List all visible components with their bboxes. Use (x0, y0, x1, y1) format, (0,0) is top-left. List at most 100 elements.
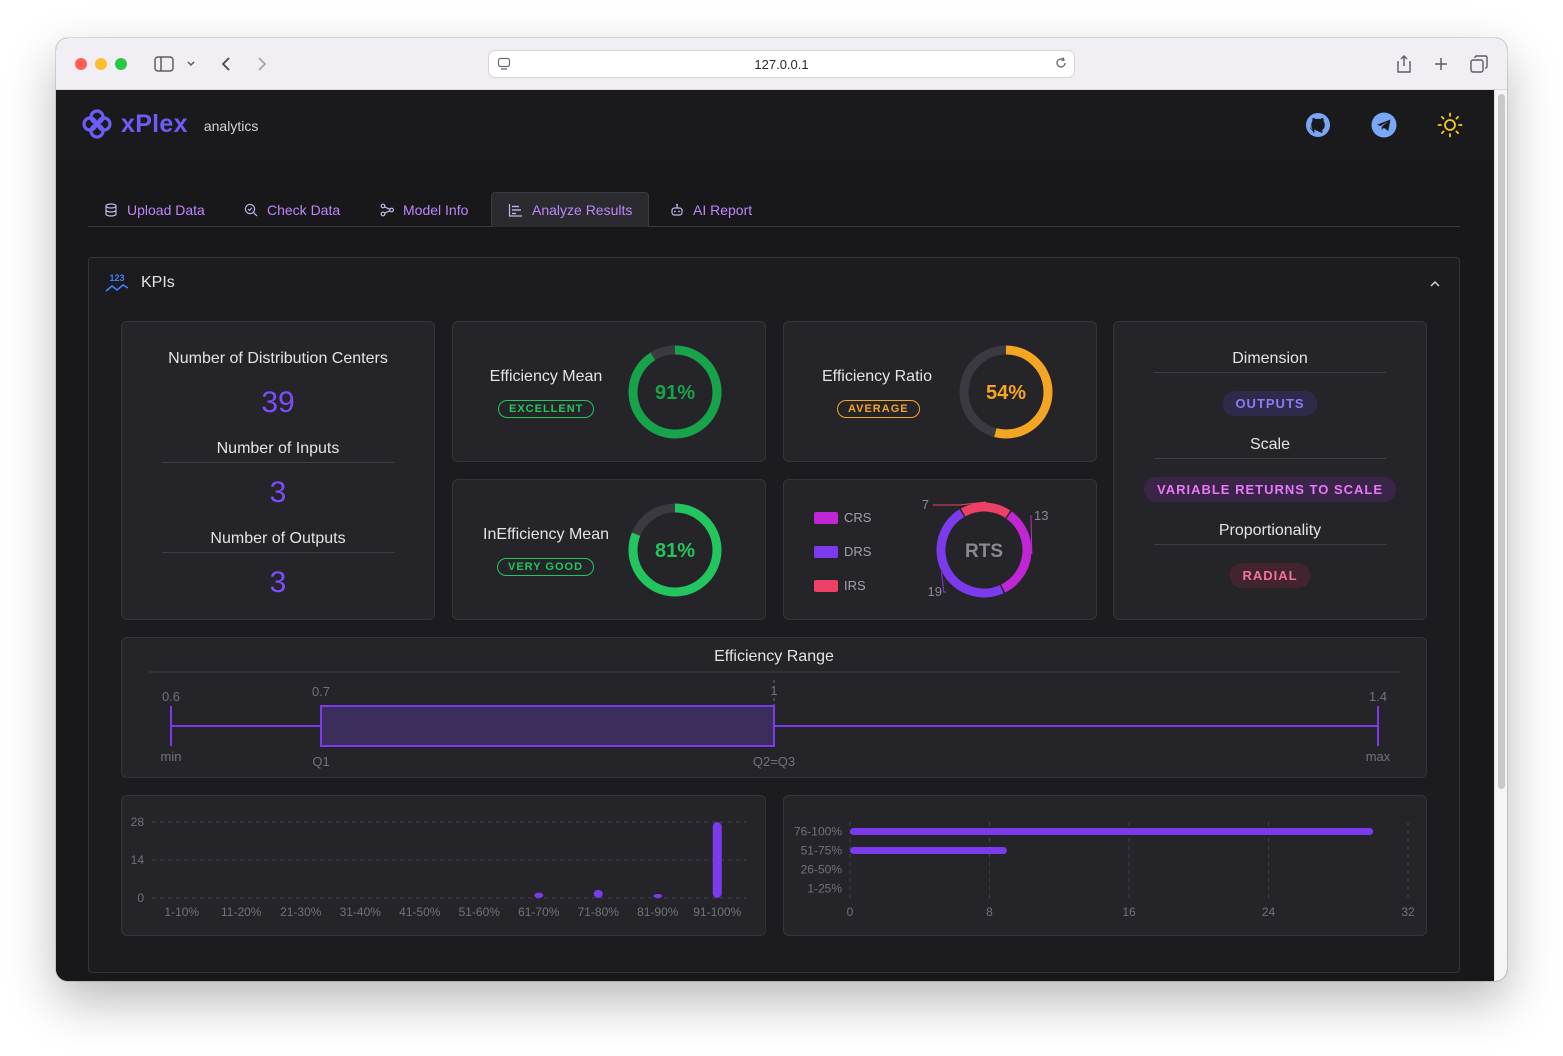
scale-label: Scale (1249, 436, 1291, 453)
range-tick-median: 1 (770, 683, 777, 698)
new-tab-icon[interactable] (1431, 52, 1451, 76)
inefficiency-mean-badge: VERY GOOD (497, 558, 595, 576)
tab-check-data[interactable]: Check Data (228, 192, 356, 227)
bar-71-80%[interactable] (593, 889, 603, 898)
counts-card: Number of Distribution Centers 39 Number… (121, 321, 435, 620)
tab-analyze-results[interactable]: Analyze Results (491, 192, 650, 227)
tab-upload-data[interactable]: Upload Data (88, 192, 221, 227)
x-tick-label: 1-10% (164, 905, 199, 919)
brand-subtitle: analytics (203, 117, 259, 134)
numbers-chart-icon: 123 (105, 273, 129, 293)
y-tick-label: 1-25% (807, 882, 842, 896)
legend-swatch (814, 579, 838, 592)
rts-slice-crs[interactable] (1000, 511, 1032, 593)
bar-51-75%[interactable] (850, 847, 1007, 854)
rts-donut-chart: 7 13 19 RTS (922, 497, 1049, 599)
range-label-q1: Q1 (312, 754, 329, 769)
inputs-value: 3 (269, 476, 287, 509)
bar-81-90%[interactable] (653, 894, 663, 898)
efficiency-range-card: Efficiency Range 0.6 0.7 1 1.4 min Q1 Q2=Q3 max (121, 637, 1427, 778)
github-icon[interactable] (1304, 111, 1332, 139)
tab-ai-report[interactable]: AI Report (654, 192, 768, 227)
efficiency-ratio-gauge: 54% (959, 345, 1053, 439)
x-tick-label: 0 (847, 905, 854, 919)
bot-icon (671, 203, 683, 216)
inefficiency-mean-gauge: 81% (628, 503, 722, 597)
url-text: 127.0.0.1 (754, 56, 809, 72)
site-settings-icon[interactable] (497, 57, 511, 74)
minimize-window-button[interactable] (95, 58, 107, 70)
scale-value-badge: VARIABLE RETURNS TO SCALE (1143, 477, 1397, 502)
interquartile-box[interactable] (320, 705, 775, 747)
legend-item-drs[interactable]: DRS (814, 544, 871, 559)
theme-toggle-sun-icon[interactable] (1436, 111, 1464, 139)
brand-logo[interactable]: xPlex analytics (81, 108, 258, 140)
search-check-icon (244, 203, 258, 216)
y-tick-label: 14 (131, 853, 145, 867)
distribution-centers-label: Number of Distribution Centers (168, 350, 388, 367)
tab-label: AI Report (693, 201, 753, 218)
legend-label: IRS (844, 578, 866, 593)
quartile-distribution-card: 0 8 16 24 32 76-100% 51-75% 26-50% 1-25% (783, 795, 1427, 936)
legend-item-irs[interactable]: IRS (814, 578, 866, 593)
bar-61-70%[interactable] (534, 892, 544, 898)
legend-item-crs[interactable]: CRS (814, 510, 871, 525)
efficiency-ratio-value: 54% (986, 382, 1026, 404)
sidebar-toggle-icon[interactable] (152, 52, 176, 76)
range-tick-q1: 0.7 (312, 684, 330, 699)
chevron-down-icon[interactable] (184, 52, 198, 76)
proportionality-value-badge: RADIAL (1229, 563, 1311, 588)
share-icon[interactable] (1394, 52, 1414, 76)
divider (1154, 372, 1386, 373)
inputs-label: Number of Inputs (216, 440, 340, 457)
x-tick-label: 81-90% (637, 905, 679, 919)
efficiency-mean-card: Efficiency Mean EXCELLENT 91% (452, 321, 766, 462)
outputs-label: Number of Outputs (210, 530, 346, 547)
bar-91-100%[interactable] (712, 822, 722, 898)
tab-label: Check Data (267, 201, 341, 218)
bar-76-100%[interactable] (850, 828, 1374, 835)
x-tick-label: 51-60% (459, 905, 501, 919)
tab-model-info[interactable]: Model Info (364, 192, 484, 227)
kpi-panel-header[interactable]: 123 KPIs (89, 258, 1459, 308)
address-bar[interactable]: 127.0.0.1 (488, 50, 1075, 78)
browser-window: 127.0.0.1 xPlex analytics Upload Data Ch… (56, 38, 1507, 981)
close-window-button[interactable] (75, 58, 87, 70)
app-header: xPlex analytics (56, 90, 1494, 160)
inefficiency-mean-card: InEfficiency Mean VERY GOOD 81% (452, 479, 766, 620)
model-settings-card: Dimension OUTPUTS Scale VARIABLE RETURNS… (1113, 321, 1427, 620)
rts-label-irs: 7 (922, 497, 929, 512)
tab-overview-icon[interactable] (1468, 52, 1490, 76)
tab-label: Analyze Results (532, 202, 633, 218)
rts-label-crs: 13 (1034, 508, 1048, 523)
efficiency-mean-badge: EXCELLENT (498, 400, 595, 418)
efficiency-ratio-card: Efficiency Ratio AVERAGE 54% (783, 321, 1097, 462)
back-icon[interactable] (216, 52, 236, 76)
rts-center-label: RTS (965, 541, 1003, 562)
x-tick-label: 21-30% (280, 905, 322, 919)
range-tick-max: 1.4 (1369, 689, 1387, 704)
database-icon (105, 202, 117, 217)
x-tick-label: 71-80% (578, 905, 620, 919)
scrollbar-thumb[interactable] (1498, 94, 1505, 789)
telegram-icon[interactable] (1370, 111, 1398, 139)
distribution-centers-value: 39 (261, 386, 295, 419)
browser-toolbar: 127.0.0.1 (56, 38, 1507, 90)
chevron-up-icon[interactable] (1429, 276, 1441, 294)
inefficiency-mean-label: InEfficiency Mean (483, 526, 609, 543)
x-tick-label: 32 (1401, 905, 1415, 919)
x-tick-label: 61-70% (518, 905, 560, 919)
maximize-window-button[interactable] (115, 58, 127, 70)
page-scrollbar[interactable] (1494, 90, 1507, 981)
x-tick-label: 11-20% (221, 905, 262, 919)
forward-icon[interactable] (252, 52, 272, 76)
range-label-q2q3: Q2=Q3 (753, 754, 795, 769)
efficiency-ratio-badge: AVERAGE (837, 400, 920, 418)
reload-icon[interactable] (1054, 56, 1068, 73)
y-tick-label: 26-50% (801, 863, 843, 877)
x-tick-label: 41-50% (399, 905, 441, 919)
rts-slice-irs[interactable] (960, 502, 1011, 519)
legend-label: CRS (844, 510, 872, 525)
proportionality-label: Proportionality (1218, 522, 1322, 539)
x-tick-label: 31-40% (340, 905, 382, 919)
